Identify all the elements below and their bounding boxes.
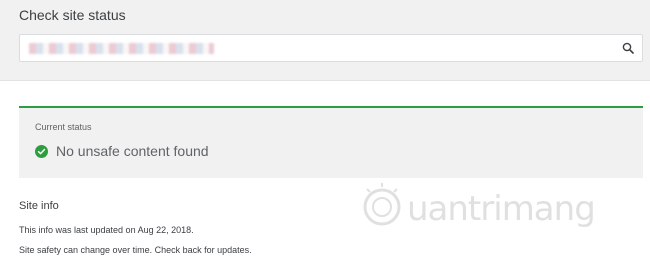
page-title: Check site status	[19, 7, 126, 23]
site-info-title: Site info	[19, 200, 59, 212]
header-band: Check site status	[0, 0, 650, 81]
status-card: Current status No unsafe content found	[19, 106, 643, 178]
safety-note-text: Site safety can change over time. Check …	[19, 245, 252, 255]
search-input[interactable]	[19, 34, 643, 62]
watermark-logo: uantrimang	[360, 183, 596, 233]
watermark-logo-icon	[363, 183, 401, 226]
watermark-text: uantrimang	[407, 189, 596, 229]
last-updated-text: This info was last updated on Aug 22, 20…	[19, 225, 194, 235]
redacted-url-value	[29, 43, 214, 54]
status-message: No unsafe content found	[56, 143, 209, 159]
status-row: No unsafe content found	[35, 143, 209, 159]
check-circle-icon	[35, 144, 48, 158]
status-label: Current status	[35, 122, 92, 132]
search-icon[interactable]	[622, 42, 634, 54]
